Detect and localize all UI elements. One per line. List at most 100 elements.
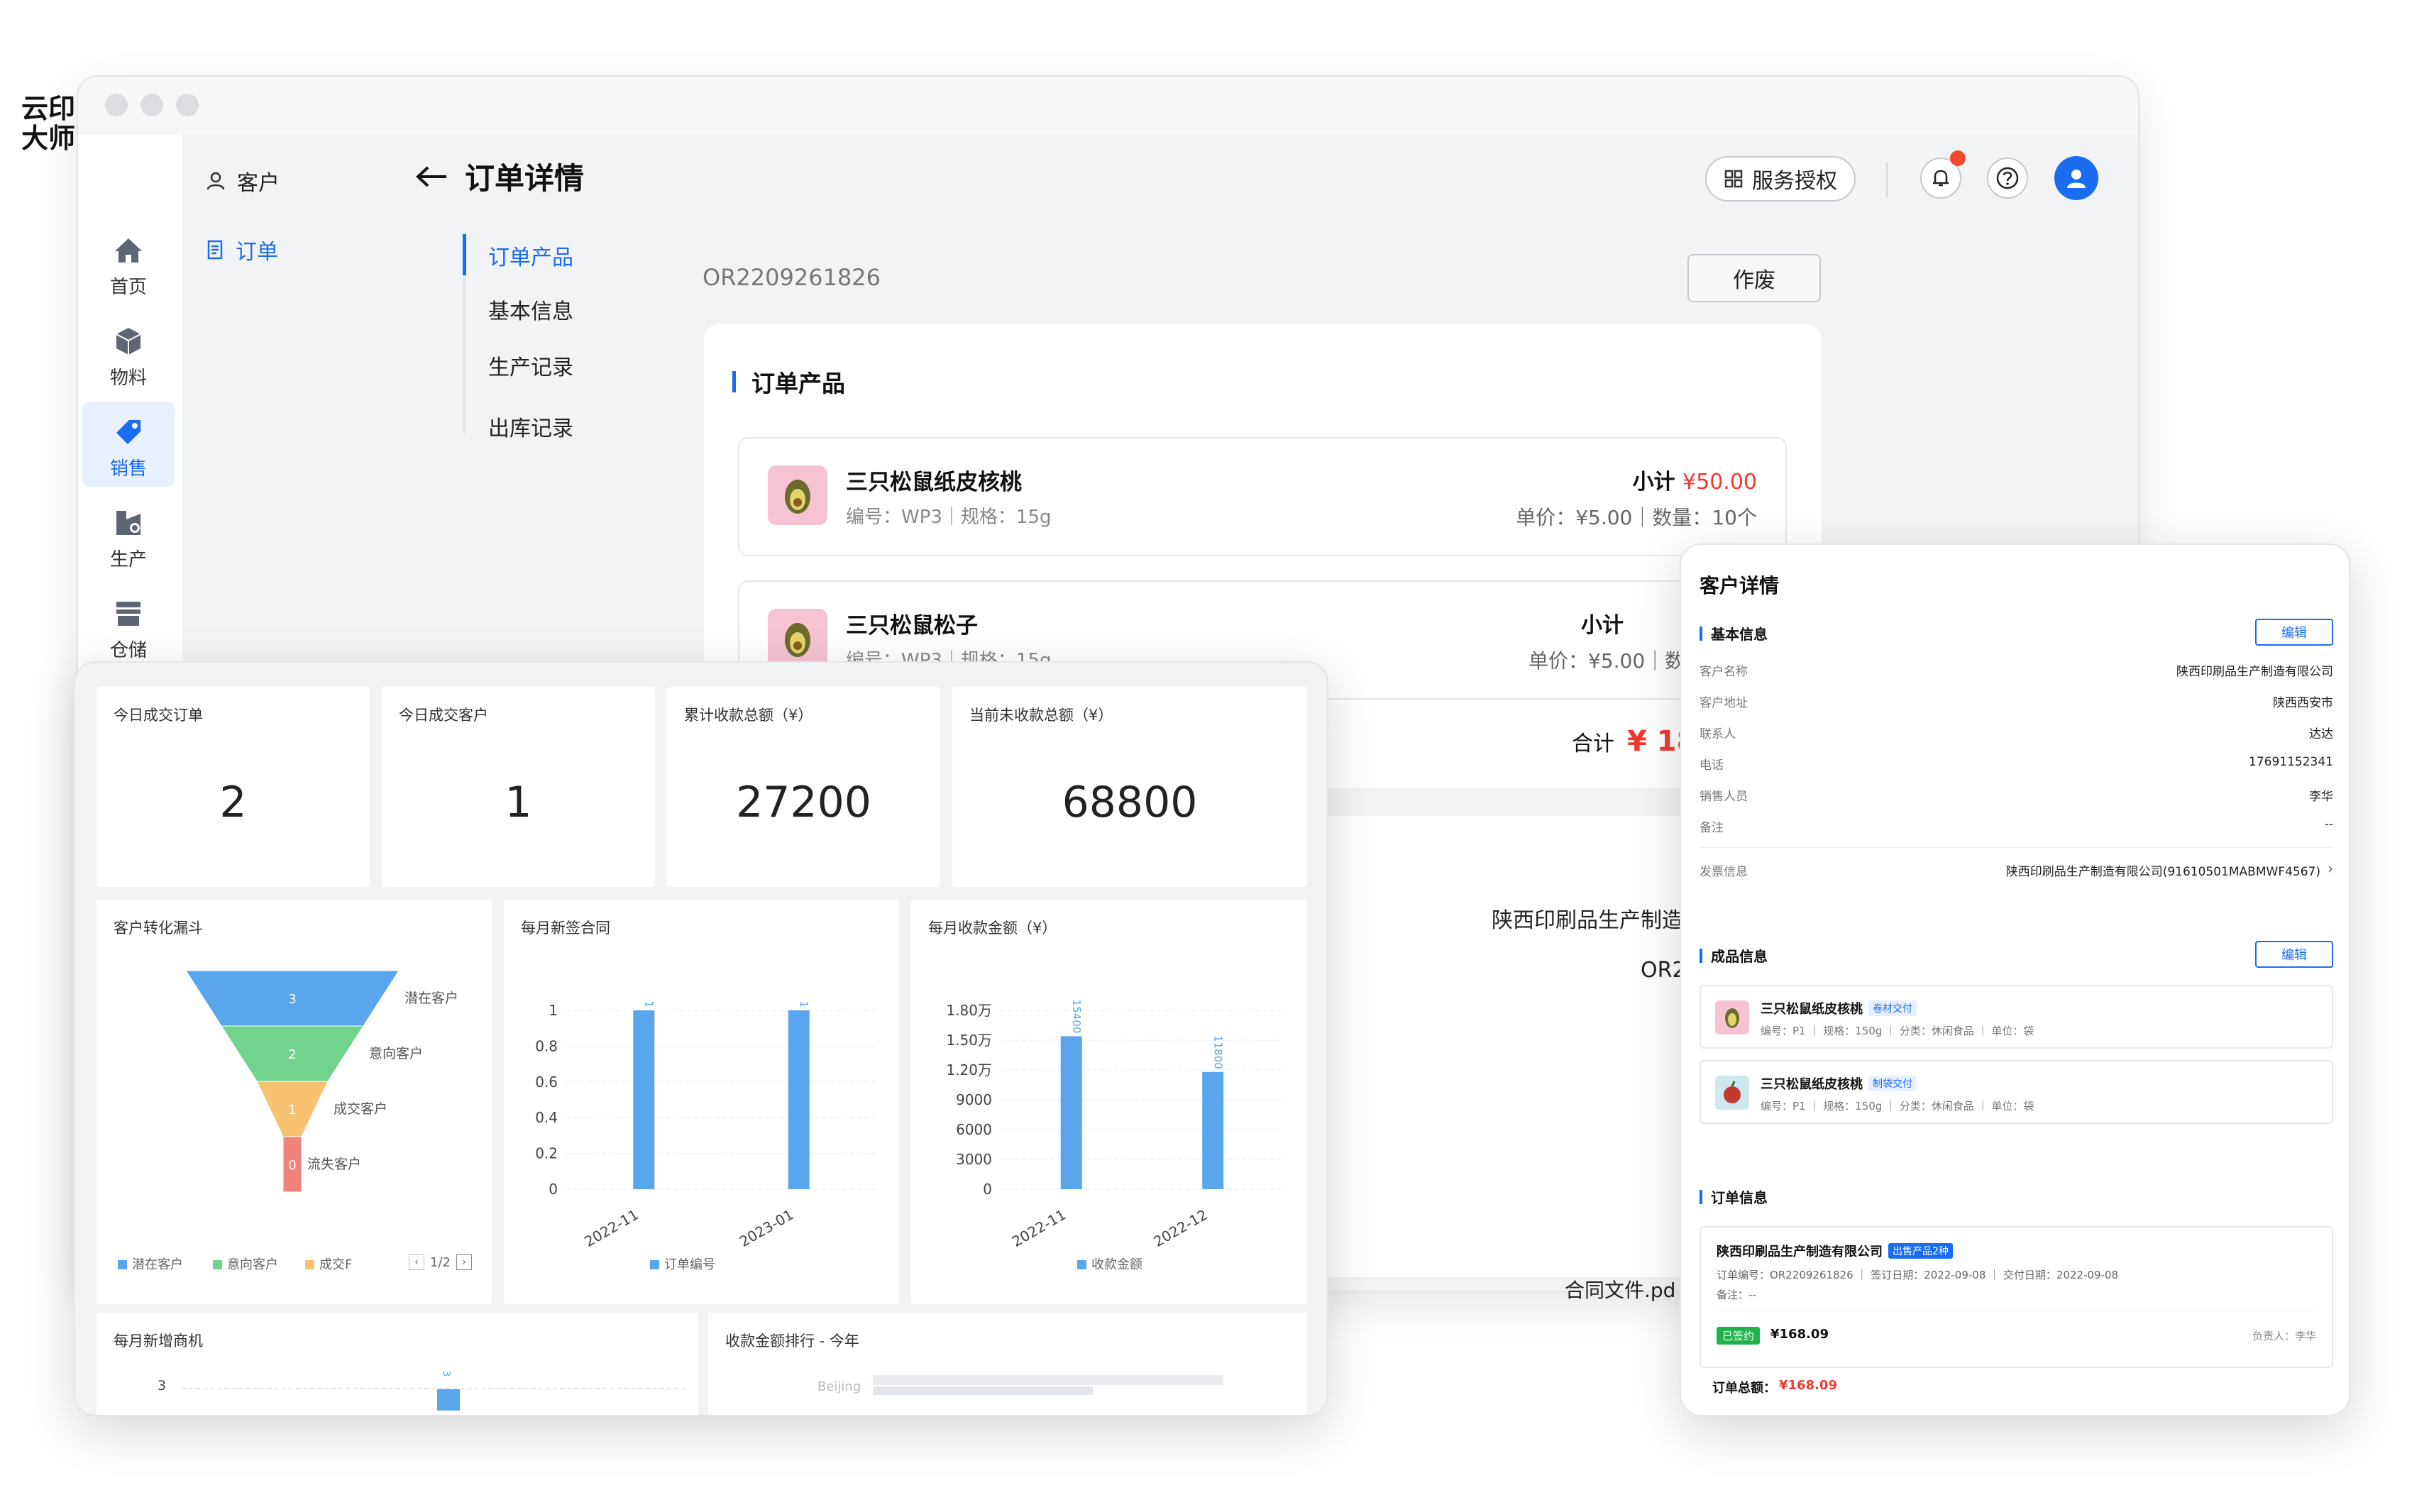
basic-info-heading: 基本信息 xyxy=(1700,623,1768,644)
bell-icon xyxy=(1933,170,1949,187)
window-dot-minimize[interactable] xyxy=(141,94,163,116)
field-key: 联系人 xyxy=(1700,727,1736,741)
funnel-category-label: 意向客户 xyxy=(369,1046,423,1061)
kpi-value: 27200 xyxy=(736,778,871,827)
funnel-category-label: 成交客户 xyxy=(334,1101,387,1117)
home-icon xyxy=(115,238,142,263)
goods-heading: 成品信息 xyxy=(1700,945,1768,966)
bar-value-label: 15400 xyxy=(1070,1000,1083,1034)
walnut-icon xyxy=(785,480,810,514)
company-name-partial: 陕西印刷品生产制造 xyxy=(1492,908,1683,933)
subnav-customer-label: 客户 xyxy=(237,171,280,196)
funnel-value-label: 2 xyxy=(288,1047,296,1062)
invoice-row[interactable]: 发票信息 陕西印刷品生产制造有限公司(91610501MABMWF4567) › xyxy=(1700,860,2333,883)
page-title-text: 订单详情 xyxy=(465,161,585,196)
x-tick-label: 2022-11 xyxy=(1009,1206,1069,1251)
goods-thumbnail xyxy=(1715,1076,1749,1110)
opportunity-bar xyxy=(437,1389,460,1411)
divider xyxy=(1700,847,2333,848)
rail-item-material[interactable]: 物料 xyxy=(82,311,175,396)
funnel-value-label: 3 xyxy=(288,992,296,1007)
rail-item-storage[interactable]: 仓储 xyxy=(82,583,175,663)
window-dot-maximize[interactable] xyxy=(176,94,199,116)
chevron-right-icon[interactable]: › xyxy=(456,1254,472,1270)
chevron-left-icon[interactable]: ‹ xyxy=(409,1254,424,1270)
product-thumbnail xyxy=(768,609,827,668)
field-row: 联系人 达达 xyxy=(1700,724,2333,745)
document-icon xyxy=(207,240,223,260)
customer-detail-title: 客户详情 xyxy=(1700,574,1780,597)
order-info-heading-text: 订单信息 xyxy=(1711,1189,1768,1206)
edit-basic-button[interactable]: 编辑 xyxy=(2255,619,2333,646)
goods-item[interactable]: 三只松鼠纸皮核桃 卷材交付 编号：P1 ｜ 规格：150g ｜ 分类：休闲食品 ｜… xyxy=(1700,985,2333,1049)
rail-item-sales[interactable]: 销售 xyxy=(82,402,175,487)
window-dot-close[interactable] xyxy=(105,94,128,116)
field-value: 达达 xyxy=(2309,727,2333,741)
y-tick-label: 1.50万 xyxy=(946,1032,992,1049)
order-owner: 负责人：李华 xyxy=(2252,1330,2316,1342)
x-tick-label: 2023-01 xyxy=(737,1206,796,1251)
bar-value-label: 11800 xyxy=(1211,1035,1224,1069)
order-amount: ¥168.09 xyxy=(1770,1327,1829,1342)
kpi-value: 68800 xyxy=(1062,778,1198,827)
anchor-production-records[interactable]: 生产记录 xyxy=(488,350,573,381)
order-card[interactable]: 陕西印刷品生产制造有限公司 出售产品2种 订单编号：OR2209261826 ｜… xyxy=(1700,1226,2333,1368)
service-auth-button[interactable]: 服务授权 xyxy=(1705,156,1856,202)
delivery-tag: 制袋交付 xyxy=(1868,1076,1917,1091)
service-auth-label: 服务授权 xyxy=(1752,169,1837,194)
field-row: 客户名称 陕西印刷品生产制造有限公司 xyxy=(1700,661,2333,683)
contract-file-partial[interactable]: 合同文件.pd xyxy=(1565,1275,1675,1303)
product-price: 单价：¥5.00｜数量：10个 xyxy=(1516,506,1757,529)
kpi-value: 1 xyxy=(505,778,532,827)
subnav-customer[interactable]: 客户 xyxy=(206,165,280,197)
legend-pager[interactable]: ‹ 1/2 › xyxy=(409,1254,472,1270)
field-row: 客户地址 陕西西安市 xyxy=(1700,692,2333,714)
kpi-card-outstanding: 当前未收款总额（¥） 68800 xyxy=(952,687,1307,887)
avatar[interactable] xyxy=(2054,156,2098,200)
kpi-card-orders: 今日成交订单 2 xyxy=(97,687,370,887)
anchor-indicator xyxy=(463,234,466,275)
product-thumbnail xyxy=(768,465,827,525)
factory-icon xyxy=(116,511,141,535)
rail-label: 仓储 xyxy=(109,640,147,661)
contracts-chart: 0 0.2 0.4 0.6 0.8 1 1 2022-11 1 2023-01 订单编号 xyxy=(535,1000,876,1272)
edit-goods-button[interactable]: 编辑 xyxy=(2255,941,2333,968)
order-total-value: ¥168.09 xyxy=(1779,1378,1837,1393)
goods-thumbnail xyxy=(1715,1000,1749,1034)
funnel-value-label: 0 xyxy=(288,1158,296,1173)
subnav-order-label: 订单 xyxy=(236,240,278,265)
anchor-outbound-records[interactable]: 出库记录 xyxy=(488,411,573,442)
anchor-order-products[interactable]: 订单产品 xyxy=(488,240,573,271)
logo: 云印大师 xyxy=(21,93,76,154)
anchor-basic-info[interactable]: 基本信息 xyxy=(488,294,573,325)
order-products-title-text: 订单产品 xyxy=(751,370,845,397)
rail-item-home[interactable]: 首页 xyxy=(82,220,175,305)
total-label: 合计 xyxy=(1572,732,1614,756)
order-info-heading: 订单信息 xyxy=(1700,1186,1768,1207)
y-tick-label: 0.6 xyxy=(535,1074,558,1091)
legend-label: 潜在客户 xyxy=(132,1257,183,1272)
back-arrow-icon[interactable] xyxy=(415,165,448,189)
rail-item-production[interactable]: 生产 xyxy=(82,492,175,578)
field-value: 李华 xyxy=(2309,790,2333,804)
ranking-label: Beijing xyxy=(817,1379,861,1394)
rail-label: 生产 xyxy=(109,549,147,570)
ranking-track xyxy=(873,1375,1223,1385)
funnel-value-label: 1 xyxy=(288,1103,296,1118)
product-row[interactable]: 三只松鼠纸皮核桃 编号：WP3｜规格：15g 小计 ¥50.00 单价：¥5.0… xyxy=(738,437,1787,556)
order-note: 备注：-- xyxy=(1717,1288,1756,1301)
kpi-label: 今日成交客户 xyxy=(399,707,488,724)
field-row: 备注 -- xyxy=(1700,817,2333,839)
subtotal-label: 小计 xyxy=(1581,613,1624,638)
field-key: 备注 xyxy=(1700,821,1724,835)
subnav-order[interactable]: 订单 xyxy=(206,234,278,265)
legend-label: 意向客户 xyxy=(227,1257,278,1272)
goods-item[interactable]: 三只松鼠纸皮核桃 制袋交付 编号：P1 ｜ 规格：150g ｜ 分类：休闲食品 ｜… xyxy=(1700,1060,2333,1124)
y-tick-label: 0.8 xyxy=(535,1037,558,1054)
help-button[interactable] xyxy=(1987,158,2028,199)
legend-swatch xyxy=(305,1260,314,1269)
product-subtotal: 小计 xyxy=(1581,607,1624,639)
rail-label: 物料 xyxy=(109,368,147,389)
void-button[interactable]: 作废 xyxy=(1687,254,1821,302)
y-tick-label: 0 xyxy=(983,1181,992,1198)
